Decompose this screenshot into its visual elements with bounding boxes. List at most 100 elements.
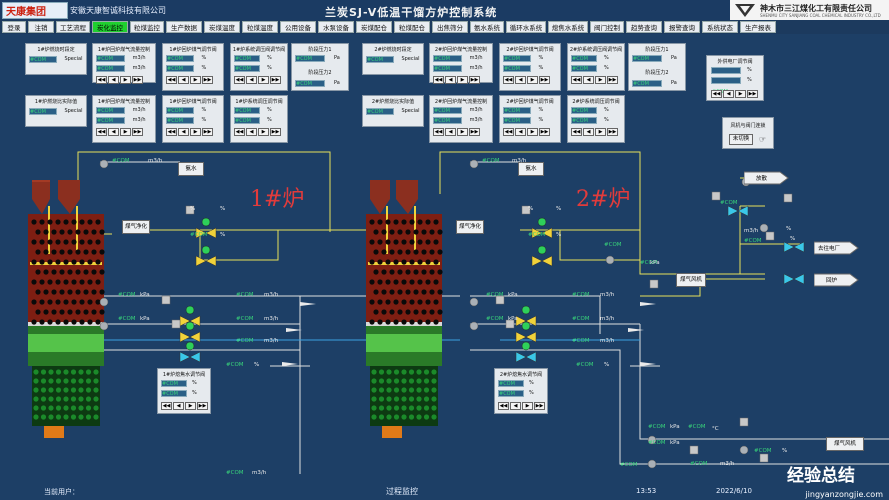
furnace2-gas-flow2-panel-sp[interactable]: #COM (433, 107, 462, 114)
furnace2-quench-sp[interactable]: #COM (498, 380, 524, 387)
furnace1-gas-valve2-panel-ctrl-1[interactable]: ◀ (178, 128, 189, 136)
gas-purify-1[interactable]: 煤气净化 (122, 220, 150, 234)
furnace2-pressure-valve-panel-ctrl-0[interactable]: ◀◀ (571, 76, 582, 84)
furnace1-burn-ratio-panel-value[interactable]: #COM (29, 108, 57, 115)
furnace1-gas-valve-panel-ctrl-1[interactable]: ◀ (178, 76, 189, 84)
furnace2-gas-valve2-panel-ctrl-2[interactable]: ▶ (527, 128, 538, 136)
furnace2-burn-time-panel-value[interactable]: #COM (366, 56, 394, 63)
furnace1-burn-time-panel-value[interactable]: #COM (29, 56, 57, 63)
furnace1-gas-flow2-panel-ctrl-2[interactable]: ▶ (120, 128, 131, 136)
gas-fan[interactable]: 煤气风机 (676, 273, 706, 287)
furnace2-gas-flow2-panel-ctrl-0[interactable]: ◀◀ (433, 128, 444, 136)
nav-11[interactable]: 粒煤配仓 (394, 21, 430, 33)
furnace1-gas-flow2-panel-ctrl-0[interactable]: ◀◀ (96, 128, 107, 136)
nav-5[interactable]: 生产数据 (166, 21, 202, 33)
furnace1-pressure-valve2-panel-ctrl-1[interactable]: ◀ (246, 128, 257, 136)
gas-fan-2[interactable]: 煤气风机 (826, 437, 864, 451)
nav-10[interactable]: 炭煤配仓 (356, 21, 392, 33)
ammonia-tank-2[interactable]: 氨水 (518, 162, 544, 176)
nav-0[interactable]: 登录 (2, 21, 26, 33)
furnace1-gas-valve-panel-ctrl-0[interactable]: ◀◀ (166, 76, 177, 84)
furnace2-pressure-valve2-panel-ctrl-2[interactable]: ▶ (595, 128, 606, 136)
furnace2-quench-ctrl-2[interactable]: ▶ (522, 402, 533, 410)
furnace1-pressure-valve-panel-ctrl-0[interactable]: ◀◀ (234, 76, 245, 84)
furnace2-burn-ratio-panel-value[interactable]: #COM (366, 108, 394, 115)
furnace2-gas-valve-panel-ctrl-2[interactable]: ▶ (527, 76, 538, 84)
furnace2-gas-flow2-panel-ctrl-3[interactable]: ▶▶ (469, 128, 480, 136)
furnace1-gas-valve2-panel-ctrl-2[interactable]: ▶ (190, 128, 201, 136)
furnace2-gas-valve-panel-ctrl-0[interactable]: ◀◀ (503, 76, 514, 84)
furnace1-gas-valve2-panel-sp[interactable]: #COM (166, 107, 194, 114)
nav-9[interactable]: 水泵设备 (318, 21, 354, 33)
nav-17[interactable]: 趋势查询 (626, 21, 662, 33)
furnace2-gas-valve2-panel-ctrl-0[interactable]: ◀◀ (503, 128, 514, 136)
nav-14[interactable]: 循环水系统 (506, 21, 546, 33)
furnace2-pressure-valve2-panel-sp[interactable]: #COM (571, 107, 598, 114)
furnace1-gas-flow-panel-ctrl-2[interactable]: ▶ (120, 76, 131, 84)
furnace1-gas-flow-panel-ctrl-0[interactable]: ◀◀ (96, 76, 107, 84)
fan-valve-button[interactable]: 未切换 (729, 134, 753, 145)
nav-2[interactable]: 工艺流程 (56, 21, 90, 33)
export-valve-ctrl-3[interactable]: ▶▶ (747, 90, 758, 98)
furnace2-gas-flow-panel-ctrl-2[interactable]: ▶ (457, 76, 468, 84)
furnace1-gas-flow2-panel-ctrl-1[interactable]: ◀ (108, 128, 119, 136)
ammonia-tank-1[interactable]: 氨水 (178, 162, 204, 176)
furnace2-quench-ctrl-3[interactable]: ▶▶ (534, 402, 545, 410)
furnace2-pressure-valve-panel-ctrl-2[interactable]: ▶ (595, 76, 606, 84)
furnace2-gas-valve2-panel-sp[interactable]: #COM (503, 107, 531, 114)
furnace2-gas-valve-panel-ctrl-3[interactable]: ▶▶ (539, 76, 550, 84)
nav-8[interactable]: 公用设备 (280, 21, 316, 33)
furnace2-quench-ctrl-1[interactable]: ◀ (510, 402, 521, 410)
furnace2-gas-valve-panel-sp[interactable]: #COM (503, 55, 531, 62)
furnace2-gas-flow-panel-ctrl-3[interactable]: ▶▶ (469, 76, 480, 84)
furnace1-gas-flow-panel-ctrl-3[interactable]: ▶▶ (132, 76, 143, 84)
furnace1-gas-flow-panel-ctrl-1[interactable]: ◀ (108, 76, 119, 84)
furnace2-gas-flow-panel-sp[interactable]: #COM (433, 55, 462, 62)
furnace2-pressure-valve-panel-sp[interactable]: #COM (571, 55, 598, 62)
furnace1-pressure-valve2-panel-ctrl-0[interactable]: ◀◀ (234, 128, 245, 136)
furnace1-quench-sp[interactable]: #COM (161, 380, 187, 387)
furnace2-gas-valve-panel-ctrl-1[interactable]: ◀ (515, 76, 526, 84)
nav-16[interactable]: 阀门控制 (590, 21, 624, 33)
furnace1-pressure-valve2-panel-sp[interactable]: #COM (234, 107, 261, 114)
furnace2-pressure-valve2-panel-ctrl-1[interactable]: ◀ (583, 128, 594, 136)
furnace2-pressure-valve2-panel-ctrl-0[interactable]: ◀◀ (571, 128, 582, 136)
furnace1-quench-ctrl-3[interactable]: ▶▶ (197, 402, 208, 410)
furnace1-pressure-valve2-panel-ctrl-3[interactable]: ▶▶ (270, 128, 281, 136)
nav-3[interactable]: 炭化监控 (92, 21, 128, 33)
furnace2-gas-flow-panel-ctrl-0[interactable]: ◀◀ (433, 76, 444, 84)
furnace1-quench-ctrl-0[interactable]: ◀◀ (161, 402, 172, 410)
furnace1-pressure-valve-panel-sp[interactable]: #COM (234, 55, 261, 62)
export-valve-ctrl-2[interactable]: ▶ (735, 90, 746, 98)
furnace2-pressure-valve-panel-ctrl-1[interactable]: ◀ (583, 76, 594, 84)
furnace1-gas-valve-panel-ctrl-2[interactable]: ▶ (190, 76, 201, 84)
furnace1-gas-valve-panel-ctrl-3[interactable]: ▶▶ (202, 76, 213, 84)
furnace1-gas-valve2-panel-ctrl-0[interactable]: ◀◀ (166, 128, 177, 136)
export-valve-ctrl-0[interactable]: ◀◀ (711, 90, 722, 98)
furnace1-pressure-valve-panel-ctrl-3[interactable]: ▶▶ (270, 76, 281, 84)
furnace2-gas-flow2-panel-ctrl-1[interactable]: ◀ (445, 128, 456, 136)
nav-7[interactable]: 粒煤温度 (242, 21, 278, 33)
nav-12[interactable]: 出焦筛分 (432, 21, 468, 33)
furnace1-gas-flow-panel-sp[interactable]: #COM (96, 55, 125, 62)
furnace2-pressure-valve-panel-ctrl-3[interactable]: ▶▶ (607, 76, 618, 84)
export-valve-sp[interactable]: #COM (711, 67, 741, 85)
furnace1-gas-valve-panel-sp[interactable]: #COM (166, 55, 194, 62)
export-valve-ctrl-1[interactable]: ◀ (723, 90, 734, 98)
nav-4[interactable]: 粒煤监控 (130, 21, 164, 33)
furnace2-quench-ctrl-0[interactable]: ◀◀ (498, 402, 509, 410)
nav-20[interactable]: 生产报表 (740, 21, 776, 33)
furnace2-pressure-valve2-panel-ctrl-3[interactable]: ▶▶ (607, 128, 618, 136)
gas-purify-2[interactable]: 煤气净化 (456, 220, 484, 234)
furnace1-pressure-valve-panel-ctrl-1[interactable]: ◀ (246, 76, 257, 84)
furnace2-gas-valve2-panel-ctrl-1[interactable]: ◀ (515, 128, 526, 136)
nav-19[interactable]: 系统状态 (702, 21, 738, 33)
furnace2-gas-valve2-panel-ctrl-3[interactable]: ▶▶ (539, 128, 550, 136)
furnace1-pressure-valve-panel-ctrl-2[interactable]: ▶ (258, 76, 269, 84)
furnace1-pressure-valve2-panel-ctrl-2[interactable]: ▶ (258, 128, 269, 136)
furnace1-gas-flow2-panel-sp[interactable]: #COM (96, 107, 125, 114)
nav-15[interactable]: 熄焦水系统 (548, 21, 588, 33)
nav-1[interactable]: 注销 (28, 21, 54, 33)
furnace1-gas-valve2-panel-ctrl-3[interactable]: ▶▶ (202, 128, 213, 136)
furnace1-quench-ctrl-2[interactable]: ▶ (185, 402, 196, 410)
